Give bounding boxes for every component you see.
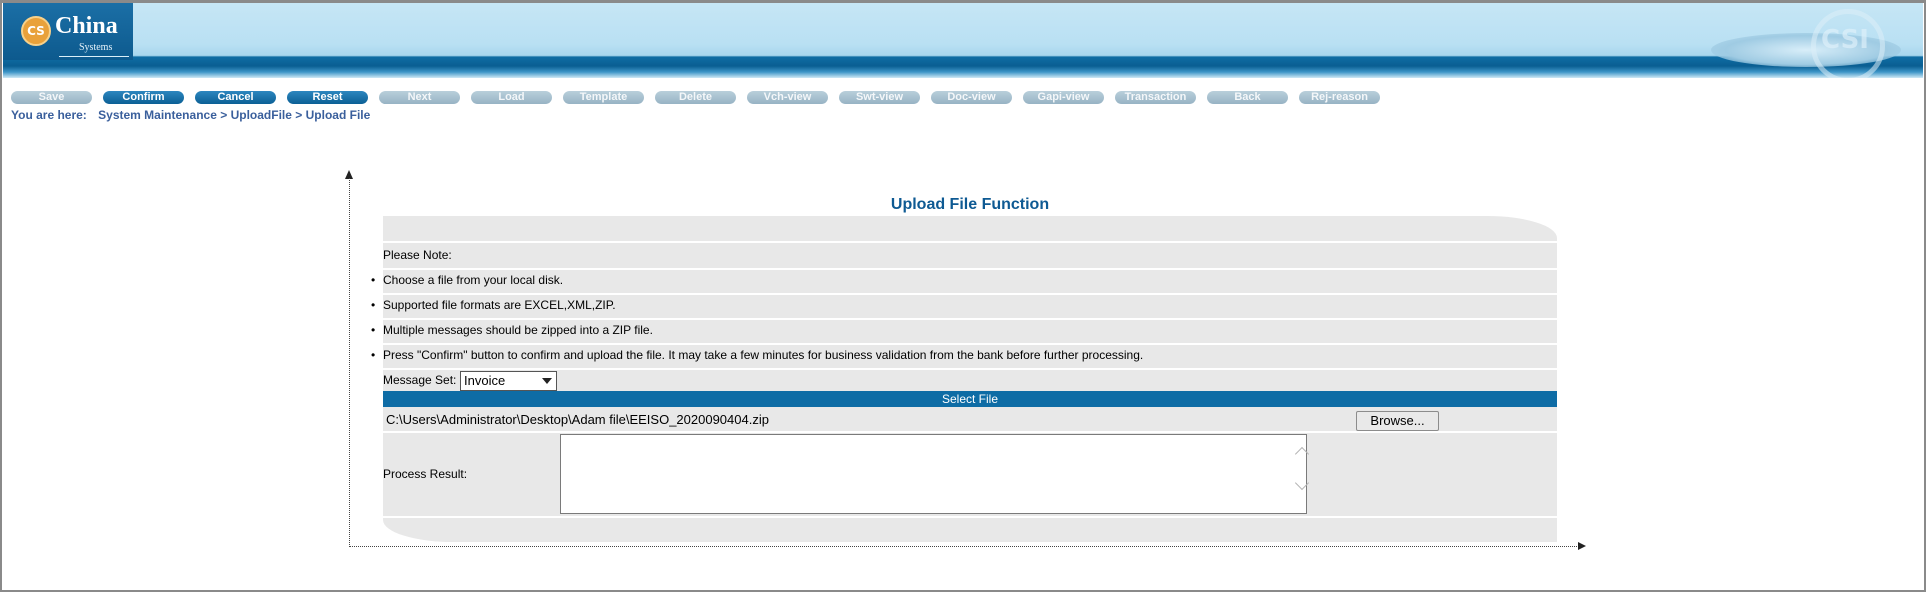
- page-title: Upload File Function: [890, 196, 1050, 213]
- header-banner: CS China Systems CSI: [3, 3, 1923, 78]
- file-select-row: C:\Users\Administrator\Desktop\Adam file…: [383, 409, 1557, 433]
- breadcrumb-item-upload-file: Upload File: [305, 108, 371, 122]
- note-row: • Press "Confirm" button to confirm and …: [371, 343, 1557, 370]
- breadcrumb-prefix: You are here:: [11, 108, 87, 122]
- bullet-icon: •: [371, 273, 376, 287]
- process-result-label: Process Result:: [383, 467, 468, 481]
- delete-button[interactable]: Delete: [655, 91, 736, 104]
- chevron-down-icon: [542, 378, 552, 384]
- breadcrumb-item-uploadfile[interactable]: UploadFile: [231, 108, 292, 122]
- logo-mark-icon: CS: [21, 16, 51, 46]
- note-label-row: Please Note:: [383, 243, 1557, 270]
- bullet-icon: •: [371, 298, 376, 312]
- please-note-label: Please Note:: [383, 248, 452, 262]
- transaction-button[interactable]: Transaction: [1115, 91, 1196, 104]
- note-text: Supported file formats are EXCEL,XML,ZIP…: [383, 298, 616, 312]
- note-text: Press "Confirm" button to confirm and up…: [383, 348, 1144, 362]
- message-set-value: Invoice: [464, 373, 506, 388]
- bullet-icon: •: [371, 323, 376, 337]
- file-path-field[interactable]: C:\Users\Administrator\Desktop\Adam file…: [386, 409, 769, 431]
- confirm-button[interactable]: Confirm: [103, 91, 184, 104]
- logo-underline: [59, 56, 129, 57]
- logo-brand-text: China: [55, 13, 118, 39]
- process-result-textarea[interactable]: [560, 434, 1307, 514]
- select-file-header: Select File: [383, 391, 1557, 407]
- axis-right-arrow-icon: [1578, 542, 1586, 550]
- rej-reason-button[interactable]: Rej-reason: [1299, 91, 1380, 104]
- breadcrumb-separator: >: [295, 108, 303, 122]
- note-row: • Choose a file from your local disk.: [371, 268, 1557, 295]
- next-button[interactable]: Next: [379, 91, 460, 104]
- panel-spacer-row: [383, 216, 1557, 243]
- logo-sub-text: Systems: [79, 42, 113, 53]
- watermark-logo-text: CSI: [1821, 25, 1869, 55]
- doc-view-button[interactable]: Doc-view: [931, 91, 1012, 104]
- note-row: • Supported file formats are EXCEL,XML,Z…: [371, 293, 1557, 320]
- banner-watermark: CSI: [1701, 7, 1911, 78]
- message-set-label: Message Set:: [383, 373, 457, 387]
- vertical-dotted-guide: [349, 178, 350, 545]
- breadcrumb-separator: >: [220, 108, 228, 122]
- note-text: Choose a file from your local disk.: [383, 273, 564, 287]
- horizontal-dotted-guide: [349, 546, 1579, 547]
- note-row: • Multiple messages should be zipped int…: [371, 318, 1557, 345]
- save-button[interactable]: Save: [11, 91, 92, 104]
- template-button[interactable]: Template: [563, 91, 644, 104]
- upload-file-panel: Please Note: • Choose a file from your l…: [371, 216, 1557, 542]
- gapi-view-button[interactable]: Gapi-view: [1023, 91, 1104, 104]
- process-result-row: Process Result:: [383, 433, 1557, 518]
- load-button[interactable]: Load: [471, 91, 552, 104]
- company-logo: CS China Systems: [19, 12, 139, 58]
- note-text: Multiple messages should be zipped into …: [383, 323, 653, 337]
- breadcrumb-item-system-maintenance[interactable]: System Maintenance: [98, 108, 217, 122]
- swt-view-button[interactable]: Swt-view: [839, 91, 920, 104]
- browse-button[interactable]: Browse...: [1356, 411, 1439, 431]
- reset-button[interactable]: Reset: [287, 91, 368, 104]
- message-set-select[interactable]: Invoice: [460, 371, 557, 391]
- bullet-icon: •: [371, 348, 376, 362]
- breadcrumb: You are here: System Maintenance > Uploa…: [11, 108, 370, 122]
- back-button[interactable]: Back: [1207, 91, 1288, 104]
- vch-view-button[interactable]: Vch-view: [747, 91, 828, 104]
- cancel-button[interactable]: Cancel: [195, 91, 276, 104]
